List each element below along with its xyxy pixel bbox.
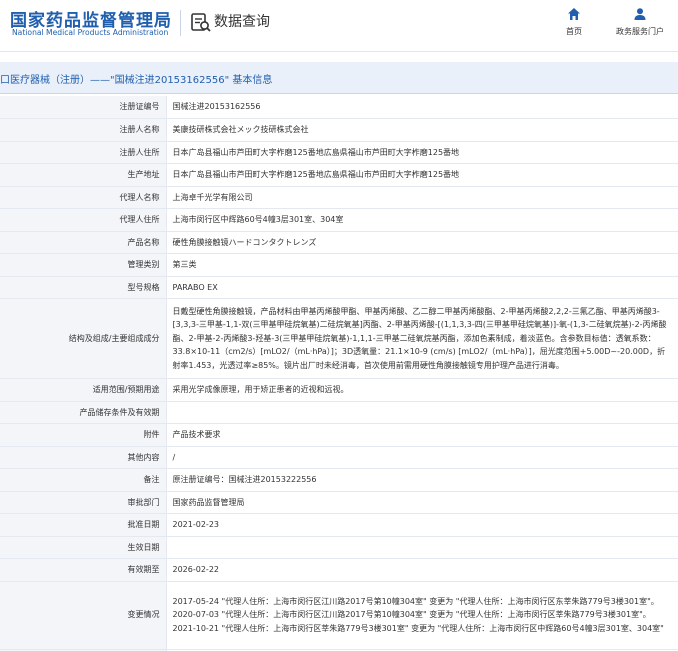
field-label: 产品名称 (0, 231, 167, 254)
table-row: 审批部门 国家药品监督管理局 (0, 491, 678, 514)
change-history-entry: 2020-07-03 "代理人住所：上海市闵行区江川路2017号第10幢304室… (172, 610, 651, 620)
field-value: 产品技术要求 (166, 423, 678, 447)
field-value: 日本广岛县福山市芦田町大字柞磨125番地広島県福山市芦田町大字柞磨125番地 (166, 163, 678, 187)
table-row: 注册人名称 美康技研株式会社メック技研株式会社 (0, 118, 678, 142)
record-title: 口医疗器械（注册）——"国械注进20153162556" 基本信息 (0, 75, 273, 86)
table-row: 代理人住所 上海市闵行区中辉路60号4幢3层301室、304室 (0, 208, 678, 232)
field-value: 2017-05-24 "代理人住所：上海市闵行区江川路2017号第10幢304室… (166, 581, 678, 650)
detail-table: 注册证编号 国械注进20153162556 注册人名称 美康技研株式会社メック技研株式… (0, 96, 678, 651)
field-label: 注册人名称 (0, 118, 167, 142)
field-value (166, 401, 678, 424)
field-label: 适用范围/预期用途 (0, 378, 167, 402)
field-label: 型号规格 (0, 276, 167, 299)
field-value: 原注册证编号：国械注进20153222556 (166, 468, 678, 492)
field-value: 上海市闵行区中辉路60号4幢3层301室、304室 (166, 208, 678, 232)
table-row: 注册证编号 国械注进20153162556 (0, 96, 678, 119)
table-row: 型号规格 PARABO EX (0, 276, 678, 299)
field-value: 第三类 (166, 253, 678, 277)
table-row: 代理人名称 上海卓千光学有限公司 (0, 186, 678, 209)
field-label: 生效日期 (0, 536, 167, 559)
nav-service-portal-label: 政务服务门户 (616, 27, 664, 36)
field-label: 管理类别 (0, 253, 167, 277)
table-row: 变更情况 2017-05-24 "代理人住所：上海市闵行区江川路2017号第10幢… (0, 581, 678, 650)
table-row: 其他内容 / (0, 446, 678, 469)
table-row: 备注 原注册证编号：国械注进20153222556 (0, 468, 678, 492)
field-value: 美康技研株式会社メック技研株式会社 (166, 118, 678, 142)
table-row: 适用范围/预期用途 采用光学成像原理，用于矫正患者的近视和远视。 (0, 378, 678, 402)
field-value: 硬性角膜接触镜ハードコンタクトレンズ (166, 231, 678, 254)
field-label: 结构及组成/主要组成成分 (0, 298, 167, 379)
table-row: 附件 产品技术要求 (0, 423, 678, 447)
table-row: 管理类别 第三类 (0, 253, 678, 277)
field-label: 审批部门 (0, 491, 167, 514)
table-row: 生产地址 日本广岛县福山市芦田町大字柞磨125番地広島県福山市芦田町大字柞磨125… (0, 163, 678, 187)
field-value: 日戴型硬性角膜接触镜，产品材料由甲基丙烯酸甲酯、甲基丙烯酸、乙二醇二甲基丙烯酸酯… (166, 298, 678, 379)
field-value: 采用光学成像原理，用于矫正患者的近视和远视。 (166, 378, 678, 402)
field-label: 有效期至 (0, 558, 167, 582)
nav-home-label: 首页 (566, 27, 582, 36)
table-row: 结构及组成/主要组成成分 日戴型硬性角膜接触镜，产品材料由甲基丙烯酸甲酯、甲基丙烯… (0, 298, 678, 379)
field-label: 注册人住所 (0, 141, 167, 164)
section-title: 数据查询 (214, 14, 270, 30)
table-row: 批准日期 2021-02-23 (0, 513, 678, 537)
field-label: 代理人名称 (0, 186, 167, 209)
field-label: 产品储存条件及有效期 (0, 401, 167, 424)
site-header: 国家药品监督管理局 National Medical Products Admi… (0, 0, 678, 52)
table-row: 产品名称 硬性角膜接触镜ハードコンタクトレンズ (0, 231, 678, 254)
field-label: 备注 (0, 468, 167, 492)
table-row: 注册人住所 日本广岛县福山市芦田町大字柞磨125番地広島県福山市芦田町大字柞磨12… (0, 141, 678, 164)
field-value: / (166, 446, 678, 469)
field-value: 上海卓千光学有限公司 (166, 186, 678, 209)
data-query-icon (191, 13, 211, 32)
field-value: 2021-02-23 (166, 513, 678, 537)
change-history-entry: 2021-10-21 "代理人住所：上海市闵行区莘朱路779号3楼301室" 变… (172, 623, 664, 633)
field-value: PARABO EX (166, 276, 678, 299)
field-label: 批准日期 (0, 513, 167, 537)
field-value: 日本广岛县福山市芦田町大字柞磨125番地広島県福山市芦田町大字柞磨125番地 (166, 141, 678, 164)
nav-home[interactable]: 首页 (544, 7, 604, 37)
user-icon (634, 8, 646, 20)
field-label: 生产地址 (0, 163, 167, 187)
field-value (166, 536, 678, 559)
change-history-entry: 2017-05-24 "代理人住所：上海市闵行区江川路2017号第10幢304室… (172, 596, 659, 606)
home-icon (568, 8, 580, 20)
record-title-bar: 口医疗器械（注册）——"国械注进20153162556" 基本信息 (0, 62, 678, 94)
header-divider (180, 10, 181, 36)
field-value: 国械注进20153162556 (166, 96, 678, 119)
field-label: 代理人住所 (0, 208, 167, 232)
site-logo-subtitle: National Medical Products Administration (12, 28, 169, 37)
nav-service-portal[interactable]: 政务服务门户 (604, 7, 676, 37)
table-row: 产品储存条件及有效期 (0, 401, 678, 424)
table-row: 生效日期 (0, 536, 678, 559)
field-value: 国家药品监督管理局 (166, 491, 678, 514)
field-label: 附件 (0, 423, 167, 447)
field-label: 其他内容 (0, 446, 167, 469)
field-label: 变更情况 (0, 581, 167, 650)
table-row: 有效期至 2026-02-22 (0, 558, 678, 582)
field-value: 2026-02-22 (166, 558, 678, 582)
field-label: 注册证编号 (0, 96, 167, 119)
